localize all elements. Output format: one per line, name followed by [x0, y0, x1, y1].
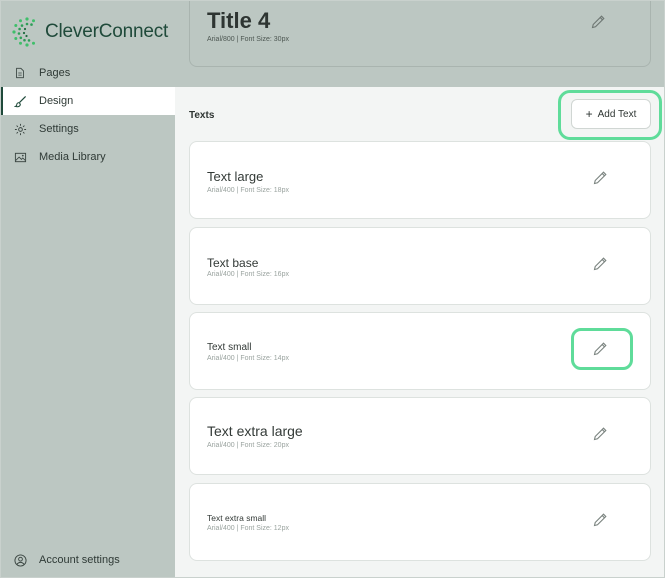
text-style-meta: Arial/400 | Font Size: 14px	[207, 355, 289, 362]
account-settings-label: Account settings	[39, 554, 120, 566]
sidebar-item-pages[interactable]: Pages	[1, 59, 175, 87]
sidebar-item-media-library[interactable]: Media Library	[1, 143, 175, 171]
text-style-name: Text small	[207, 342, 252, 353]
edit-text-button[interactable]	[592, 256, 608, 272]
texts-section-label: Texts	[189, 110, 215, 121]
account-settings-link[interactable]: Account settings	[13, 553, 120, 567]
page-icon	[13, 66, 27, 80]
text-style-name: Text base	[207, 256, 259, 270]
text-style-card: Text extra small Arial/400 | Font Size: …	[189, 483, 651, 561]
gear-icon	[13, 122, 27, 136]
plus-icon: +	[585, 107, 593, 121]
pencil-icon	[593, 171, 607, 185]
text-style-meta: Arial/400 | Font Size: 12px	[207, 525, 289, 532]
text-style-name: Text extra small	[207, 513, 267, 523]
edit-text-highlight	[571, 328, 633, 370]
sidebar-item-label: Design	[39, 95, 74, 107]
text-style-card: Text extra large Arial/400 | Font Size: …	[189, 397, 651, 475]
sidebar-item-settings[interactable]: Settings	[1, 115, 175, 143]
sidebar-item-label: Pages	[39, 67, 71, 79]
pencil-icon	[591, 15, 605, 29]
logo-mark-icon	[12, 17, 35, 47]
pencil-icon	[593, 427, 607, 441]
brand-name: CleverConnect	[45, 21, 169, 42]
edit-text-button[interactable]	[592, 426, 608, 442]
text-style-meta: Arial/400 | Font Size: 18px	[207, 187, 289, 194]
title-style-meta: Arial/800 | Font Size: 30px	[207, 36, 289, 43]
sidebar: CleverConnect Pages Design Settings Medi…	[1, 1, 175, 577]
text-style-name: Text extra large	[207, 423, 303, 439]
text-style-name: Text large	[207, 169, 264, 184]
text-style-card: Text base Arial/400 | Font Size: 16px	[189, 227, 651, 305]
sidebar-item-design[interactable]: Design	[1, 87, 175, 115]
sidebar-nav: Pages Design Settings Media Library	[1, 59, 175, 171]
logo: CleverConnect	[11, 15, 168, 49]
sidebar-item-label: Settings	[39, 123, 79, 135]
pencil-icon	[593, 257, 607, 271]
text-style-card: Text large Arial/400 | Font Size: 18px	[189, 141, 651, 219]
text-style-meta: Arial/400 | Font Size: 20px	[207, 442, 289, 449]
user-circle-icon	[13, 553, 27, 567]
main-content: Title 4 Arial/800 | Font Size: 30px Text…	[175, 1, 664, 577]
pencil-icon	[593, 513, 607, 527]
text-style-meta: Arial/400 | Font Size: 16px	[207, 271, 289, 278]
edit-text-button[interactable]	[592, 170, 608, 186]
edit-title-button[interactable]	[590, 14, 606, 30]
image-icon	[13, 150, 27, 164]
title-style-name: Title 4	[207, 8, 271, 33]
title-style-card: Title 4 Arial/800 | Font Size: 30px	[189, 1, 651, 67]
sidebar-item-label: Media Library	[39, 151, 106, 163]
app-window: CleverConnect Pages Design Settings Medi…	[0, 0, 665, 578]
brush-icon	[13, 94, 27, 108]
edit-text-button[interactable]	[592, 512, 608, 528]
add-text-label: Add Text	[597, 108, 637, 120]
add-text-button[interactable]: + Add Text	[571, 99, 651, 129]
